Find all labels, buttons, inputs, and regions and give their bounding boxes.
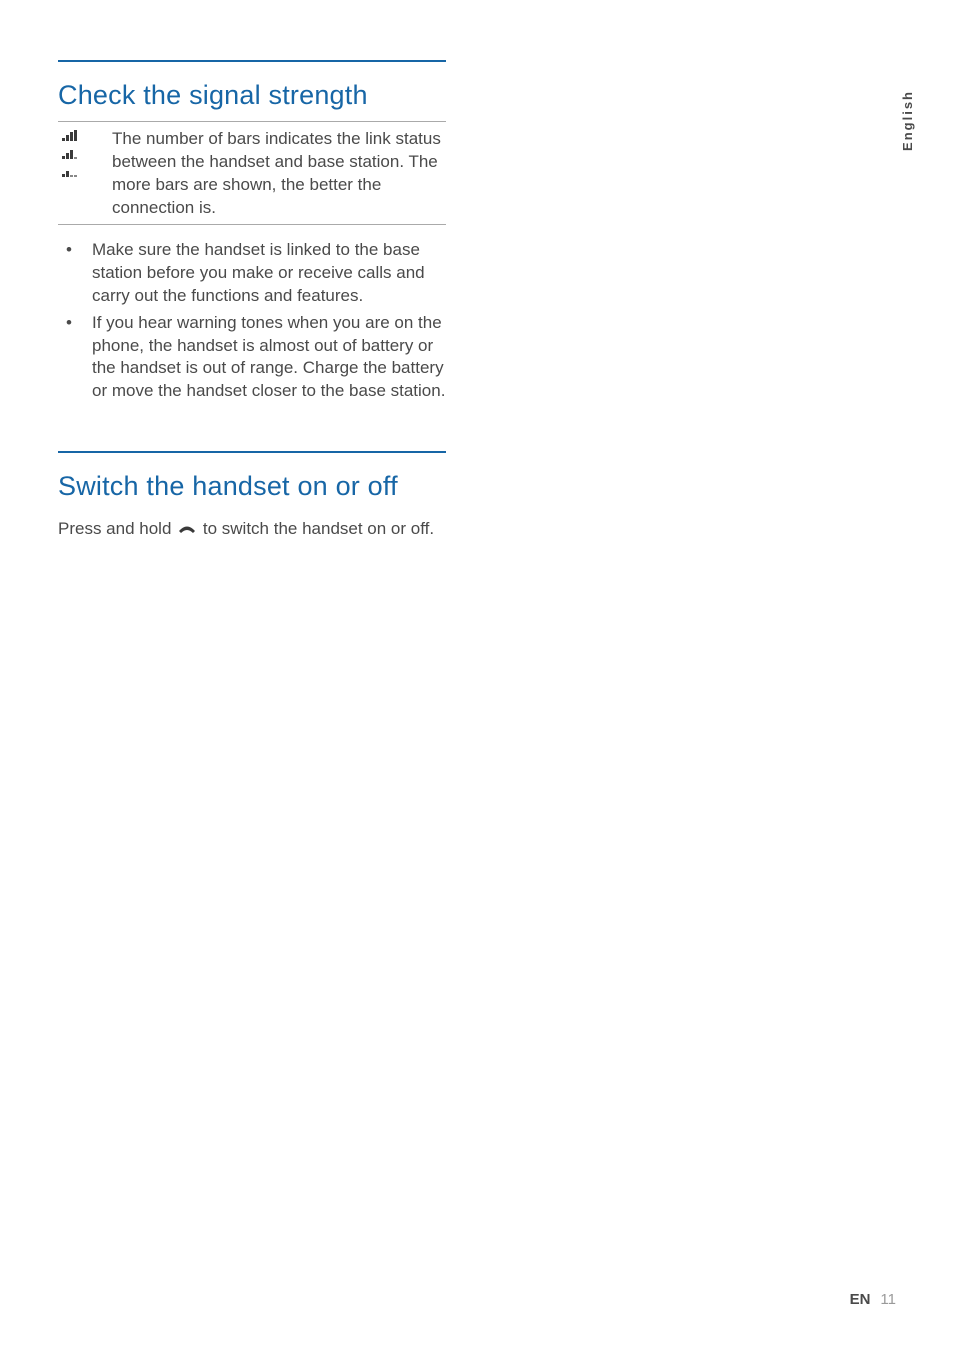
signal-icon-column	[58, 128, 106, 220]
signal-table-description: The number of bars indicates the link st…	[106, 128, 446, 220]
list-item: If you hear warning tones when you are o…	[58, 312, 446, 404]
switch-handset-paragraph: Press and hold to switch the handset on …	[58, 518, 446, 541]
footer-page-number: 11	[880, 1291, 896, 1308]
bullet-text: If you hear warning tones when you are o…	[92, 312, 446, 404]
hangup-icon	[178, 518, 196, 541]
bullet-text: Make sure the handset is linked to the b…	[92, 239, 446, 308]
heading-switch-handset: Switch the handset on or off	[58, 451, 446, 512]
heading-check-signal: Check the signal strength	[58, 60, 446, 121]
signal-bars-low-icon	[62, 166, 77, 177]
signal-strength-table: The number of bars indicates the link st…	[58, 121, 446, 225]
footer-lang: EN	[850, 1291, 871, 1308]
para-text-after: to switch the handset on or off.	[198, 519, 434, 538]
language-tab: English	[900, 90, 915, 151]
signal-bullet-list: Make sure the handset is linked to the b…	[58, 239, 446, 404]
list-item: Make sure the handset is linked to the b…	[58, 239, 446, 308]
para-text-before: Press and hold	[58, 519, 176, 538]
page-footer: EN 11	[850, 1291, 896, 1308]
signal-bars-medium-icon	[62, 148, 77, 159]
signal-bars-full-icon	[62, 130, 77, 141]
